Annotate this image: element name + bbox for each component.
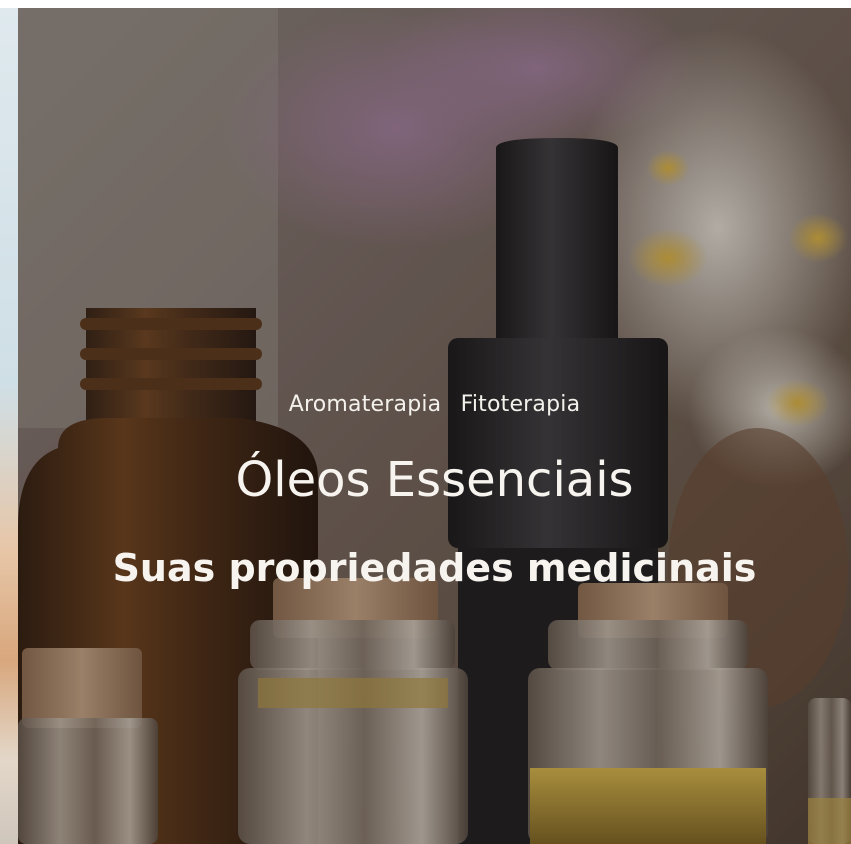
hero-subtitle: Suas propriedades medicinais: [112, 546, 757, 590]
hero-title[interactable]: Óleos Essenciais: [18, 452, 851, 508]
previous-slide-edge[interactable]: [0, 8, 18, 844]
tag-fitoterapia[interactable]: Fitoterapia: [461, 392, 581, 417]
category-tags: Aromaterapia Fitoterapia: [18, 392, 851, 417]
slider-frame: Aromaterapia Fitoterapia Óleos Essenciai…: [0, 0, 851, 844]
hero-caption: Aromaterapia Fitoterapia Óleos Essenciai…: [18, 8, 851, 844]
hero-slide[interactable]: Aromaterapia Fitoterapia Óleos Essenciai…: [18, 8, 851, 844]
tag-aromaterapia[interactable]: Aromaterapia: [289, 392, 442, 417]
